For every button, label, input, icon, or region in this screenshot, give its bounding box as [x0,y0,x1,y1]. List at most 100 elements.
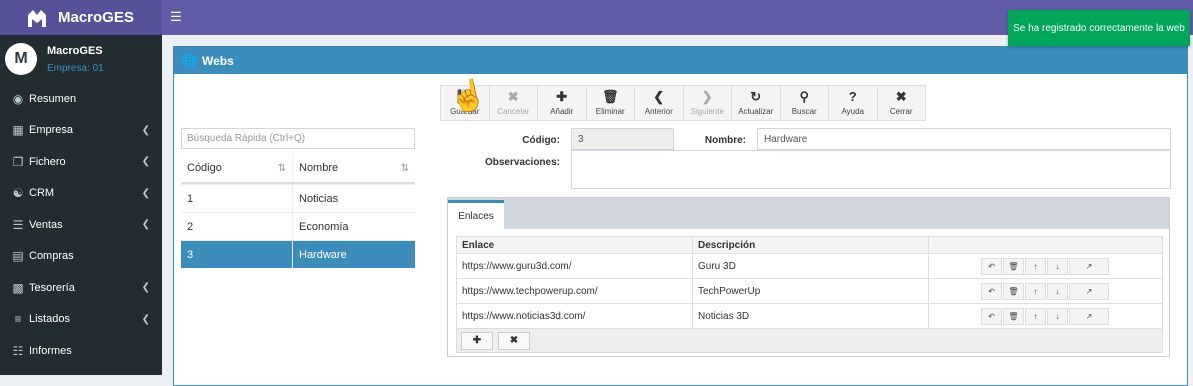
sort-icon: ⇅ [400,162,409,174]
add-row-button[interactable]: ✚ [461,331,493,350]
close-button[interactable]: ✖ Cerrar [876,85,926,121]
close-icon: ✖ [507,89,519,104]
globe-icon: 🌐 [182,53,197,68]
arrow-up-icon[interactable]: ↑ [1025,282,1046,300]
remove-row-button[interactable]: ✖ [498,331,530,350]
delete-label: Eliminar [595,107,625,116]
tab-enlaces[interactable]: Enlaces [448,200,504,229]
sidebar-item-ventas[interactable]: ☰ Ventas ❮ [0,209,162,241]
cell-descripcion[interactable]: Guru 3D [693,254,929,278]
sidebar-item-crm[interactable]: ☯ CRM ❮ [0,178,162,210]
panel-header: 🌐 Webs [174,47,1187,74]
list-header: Código ⇅ Nombre ⇅ [181,154,415,184]
row-actions: ↶ 🗑 ↑ ↓ ↗ [929,254,1162,278]
column-header-actions [929,237,1162,253]
arrow-down-icon[interactable]: ↓ [1047,307,1068,325]
add-button[interactable]: ✚ Añadir [537,85,587,121]
undo-icon[interactable]: ↶ [981,257,1002,275]
table-row: https://www.guru3d.com/ Guru 3D ↶ 🗑 ↑ ↓ … [456,254,1163,279]
cell-descripcion[interactable]: Noticias 3D [693,304,929,328]
next-button[interactable]: ❯ Siguiente [682,85,732,121]
tab-content: Enlace Descripción https://www.guru3d.co… [448,229,1169,356]
help-label: Ayuda [841,107,865,116]
list-cell-nombre: Economía [299,220,349,233]
briefcase-icon: ▤ [12,249,24,264]
undo-icon[interactable]: ↶ [981,307,1002,325]
nombre-label: Nombre: [704,135,746,146]
external-link-icon[interactable]: ↗ [1069,282,1109,300]
trash-icon[interactable]: 🗑 [1003,257,1024,275]
plus-icon: ✚ [472,335,482,346]
handshake-icon: ☯ [12,186,24,201]
header-label: Código [187,162,222,174]
observaciones-field[interactable] [571,150,1171,189]
column-header-enlace: Enlace [457,237,693,253]
chevron-left-icon: ❮ [141,156,150,168]
cell-enlace[interactable]: https://www.guru3d.com/ [457,254,693,278]
arrow-down-icon[interactable]: ↓ [1047,282,1068,300]
chevron-left-icon: ❮ [653,89,665,104]
trash-icon[interactable]: 🗑 [1003,282,1024,300]
sidebar-item-compras[interactable]: ▤ Compras [0,241,162,273]
search-icon: ⚲ [799,89,810,104]
list-item[interactable]: 2 Economía [181,212,415,240]
list-cell-codigo: 3 [181,241,293,268]
sort-asc-icon: ⇅ [277,162,286,174]
list-cell-codigo: 2 [181,213,293,240]
sidebar-item-fichero[interactable]: ❐ Fichero ❮ [0,146,162,178]
help-button[interactable]: ? Ayuda [828,85,878,121]
document-icon: ☰ [12,217,24,232]
sidebar-item-label: Fichero [29,155,66,168]
arrow-up-icon[interactable]: ↑ [1025,307,1046,325]
plus-icon: ✚ [556,89,568,104]
next-label: Siguiente [690,107,724,116]
money-icon: ▩ [12,280,24,295]
cell-enlace[interactable]: https://www.noticias3d.com/ [457,304,693,328]
avatar: M [5,43,37,75]
column-header-nombre[interactable]: Nombre ⇅ [293,154,415,182]
sidebar-item-empresa[interactable]: ▦ Empresa ❮ [0,115,162,147]
nombre-field[interactable]: Hardware [757,128,1171,150]
undo-icon[interactable]: ↶ [981,282,1002,300]
chevron-right-icon: ❯ [701,89,713,104]
chevron-left-icon: ❮ [141,282,150,294]
list-item[interactable]: 1 Noticias [181,184,415,212]
cell-enlace[interactable]: https://www.techpowerup.com/ [457,279,693,303]
cancel-button[interactable]: ✖ Cancelar [488,85,538,121]
header-label: Nombre [299,162,339,174]
report-icon: ☷ [12,343,24,358]
sidebar-item-resumen[interactable]: ◉ Resumen [0,83,162,115]
sidebar-item-tesoreria[interactable]: ▩ Tesorería ❮ [0,272,162,304]
table-row: https://www.techpowerup.com/ TechPowerUp… [456,279,1163,304]
external-link-icon[interactable]: ↗ [1069,257,1109,275]
codigo-field: 3 [571,128,674,150]
success-toast: Se ha registrado correctamente la web [1008,10,1190,46]
delete-button[interactable]: 🗑 Eliminar [585,85,635,121]
search-button[interactable]: ⚲ Buscar [779,85,829,121]
column-header-codigo[interactable]: Código ⇅ [181,154,293,182]
sidebar-item-label: Listados [29,313,70,326]
sidebar-item-label: CRM [29,187,55,200]
arrow-up-icon[interactable]: ↑ [1025,257,1046,275]
trash-icon[interactable]: 🗑 [1003,307,1024,325]
quick-search-input[interactable]: Búsqueda Rápida (Ctrl+Q) [181,128,415,149]
grid-footer: ✚ ✖ [456,329,1163,353]
hamburger-icon[interactable]: ☰ [170,9,182,25]
arrow-down-icon[interactable]: ↓ [1047,257,1068,275]
sidebar-item-listados[interactable]: ≡ Listados ❮ [0,304,162,336]
chevron-left-icon: ❮ [141,219,150,231]
external-link-icon[interactable]: ↗ [1069,307,1109,325]
sidebar-item-label: Compras [29,250,74,263]
brand[interactable]: MacroGES [0,0,162,35]
sidebar-item-informes[interactable]: ☷ Informes [0,335,162,367]
row-actions: ↶ 🗑 ↑ ↓ ↗ [929,304,1162,328]
user-company[interactable]: Empresa: 01 [47,63,104,74]
list-item-selected[interactable]: 3 Hardware [181,240,415,268]
refresh-button[interactable]: ↻ Actualizar [731,85,781,121]
sidebar-item-label: Ventas [29,218,63,231]
webs-panel: 🌐 Webs 💾 Guardar ✖ Cancelar ✚ Añadir 🗑 Elimi… [173,46,1188,386]
codigo-label: Código: [522,135,560,146]
app-name: MacroGES [58,9,134,26]
cell-descripcion[interactable]: TechPowerUp [693,279,929,303]
previous-button[interactable]: ❮ Anterior [634,85,684,121]
